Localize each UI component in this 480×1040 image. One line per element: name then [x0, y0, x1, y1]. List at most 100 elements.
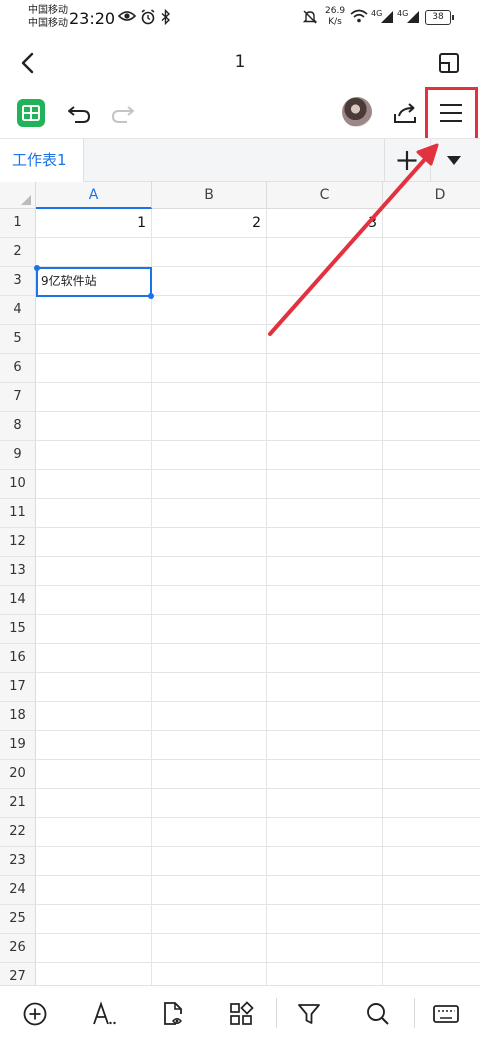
- cell-c20[interactable]: [267, 760, 383, 788]
- cell-b25[interactable]: [152, 905, 267, 933]
- cell-b18[interactable]: [152, 702, 267, 730]
- cell-b20[interactable]: [152, 760, 267, 788]
- window-mode-button[interactable]: [434, 48, 464, 78]
- row-header[interactable]: 19: [0, 731, 36, 759]
- cell-c1[interactable]: 3: [267, 209, 383, 237]
- cell-c12[interactable]: [267, 528, 383, 556]
- cell-a27[interactable]: [36, 963, 152, 985]
- row-header[interactable]: 9: [0, 441, 36, 469]
- row-header[interactable]: 14: [0, 586, 36, 614]
- cell-b3[interactable]: [152, 267, 267, 295]
- cell-a11[interactable]: [36, 499, 152, 527]
- cell-b21[interactable]: [152, 789, 267, 817]
- cell-d4[interactable]: [383, 296, 480, 324]
- tab-sheet1[interactable]: 工作表1: [0, 139, 84, 182]
- row-header[interactable]: 11: [0, 499, 36, 527]
- cell-d19[interactable]: [383, 731, 480, 759]
- cell-c18[interactable]: [267, 702, 383, 730]
- back-button[interactable]: [14, 48, 44, 78]
- cell-d2[interactable]: [383, 238, 480, 266]
- cell-d5[interactable]: [383, 325, 480, 353]
- cell-c9[interactable]: [267, 441, 383, 469]
- redo-button[interactable]: [108, 98, 138, 128]
- row-header[interactable]: 4: [0, 296, 36, 324]
- file-view-button[interactable]: [157, 998, 189, 1030]
- cell-b19[interactable]: [152, 731, 267, 759]
- cell-c27[interactable]: [267, 963, 383, 985]
- cell-a24[interactable]: [36, 876, 152, 904]
- cell-c7[interactable]: [267, 383, 383, 411]
- column-header-a[interactable]: A: [36, 182, 152, 209]
- cell-a26[interactable]: [36, 934, 152, 962]
- row-header[interactable]: 25: [0, 905, 36, 933]
- cell-b14[interactable]: [152, 586, 267, 614]
- cell-c15[interactable]: [267, 615, 383, 643]
- share-button[interactable]: [390, 98, 420, 128]
- cell-d22[interactable]: [383, 818, 480, 846]
- row-header[interactable]: 15: [0, 615, 36, 643]
- cell-a9[interactable]: [36, 441, 152, 469]
- cell-c13[interactable]: [267, 557, 383, 585]
- row-header[interactable]: 23: [0, 847, 36, 875]
- cell-d16[interactable]: [383, 644, 480, 672]
- cell-a1[interactable]: 1: [36, 209, 152, 237]
- cell-c16[interactable]: [267, 644, 383, 672]
- cell-a17[interactable]: [36, 673, 152, 701]
- cell-b10[interactable]: [152, 470, 267, 498]
- cell-a12[interactable]: [36, 528, 152, 556]
- filter-button[interactable]: [293, 998, 325, 1030]
- cell-b22[interactable]: [152, 818, 267, 846]
- cell-b13[interactable]: [152, 557, 267, 585]
- cell-a10[interactable]: [36, 470, 152, 498]
- cell-b4[interactable]: [152, 296, 267, 324]
- row-header[interactable]: 22: [0, 818, 36, 846]
- row-header[interactable]: 13: [0, 557, 36, 585]
- cell-a21[interactable]: [36, 789, 152, 817]
- cell-b6[interactable]: [152, 354, 267, 382]
- cell-b24[interactable]: [152, 876, 267, 904]
- cell-c2[interactable]: [267, 238, 383, 266]
- cell-a19[interactable]: [36, 731, 152, 759]
- cell-d12[interactable]: [383, 528, 480, 556]
- cell-a6[interactable]: [36, 354, 152, 382]
- cell-b2[interactable]: [152, 238, 267, 266]
- cell-b11[interactable]: [152, 499, 267, 527]
- row-header[interactable]: 26: [0, 934, 36, 962]
- row-header[interactable]: 27: [0, 963, 36, 985]
- cell-c6[interactable]: [267, 354, 383, 382]
- cell-a2[interactable]: [36, 238, 152, 266]
- cell-d23[interactable]: [383, 847, 480, 875]
- row-header[interactable]: 17: [0, 673, 36, 701]
- cell-b12[interactable]: [152, 528, 267, 556]
- cell-b17[interactable]: [152, 673, 267, 701]
- cell-a4[interactable]: [36, 296, 152, 324]
- cell-b8[interactable]: [152, 412, 267, 440]
- cell-d17[interactable]: [383, 673, 480, 701]
- cell-a22[interactable]: [36, 818, 152, 846]
- row-header[interactable]: 3: [0, 267, 36, 295]
- cell-d25[interactable]: [383, 905, 480, 933]
- row-header[interactable]: 8: [0, 412, 36, 440]
- cell-d8[interactable]: [383, 412, 480, 440]
- cell-a13[interactable]: [36, 557, 152, 585]
- cell-d15[interactable]: [383, 615, 480, 643]
- row-header[interactable]: 2: [0, 238, 36, 266]
- cell-d27[interactable]: [383, 963, 480, 985]
- cell-b16[interactable]: [152, 644, 267, 672]
- cell-d1[interactable]: [383, 209, 480, 237]
- cell-d7[interactable]: [383, 383, 480, 411]
- cell-c26[interactable]: [267, 934, 383, 962]
- row-header[interactable]: 5: [0, 325, 36, 353]
- cell-b23[interactable]: [152, 847, 267, 875]
- cell-d13[interactable]: [383, 557, 480, 585]
- keyboard-button[interactable]: [430, 998, 462, 1030]
- column-header-d[interactable]: D: [383, 182, 480, 209]
- cell-c23[interactable]: [267, 847, 383, 875]
- cell-a3[interactable]: 9亿软件站: [36, 267, 152, 295]
- cell-d24[interactable]: [383, 876, 480, 904]
- sheet-logo-icon[interactable]: [17, 99, 45, 127]
- cell-d11[interactable]: [383, 499, 480, 527]
- cell-a20[interactable]: [36, 760, 152, 788]
- cell-d3[interactable]: [383, 267, 480, 295]
- cell-c5[interactable]: [267, 325, 383, 353]
